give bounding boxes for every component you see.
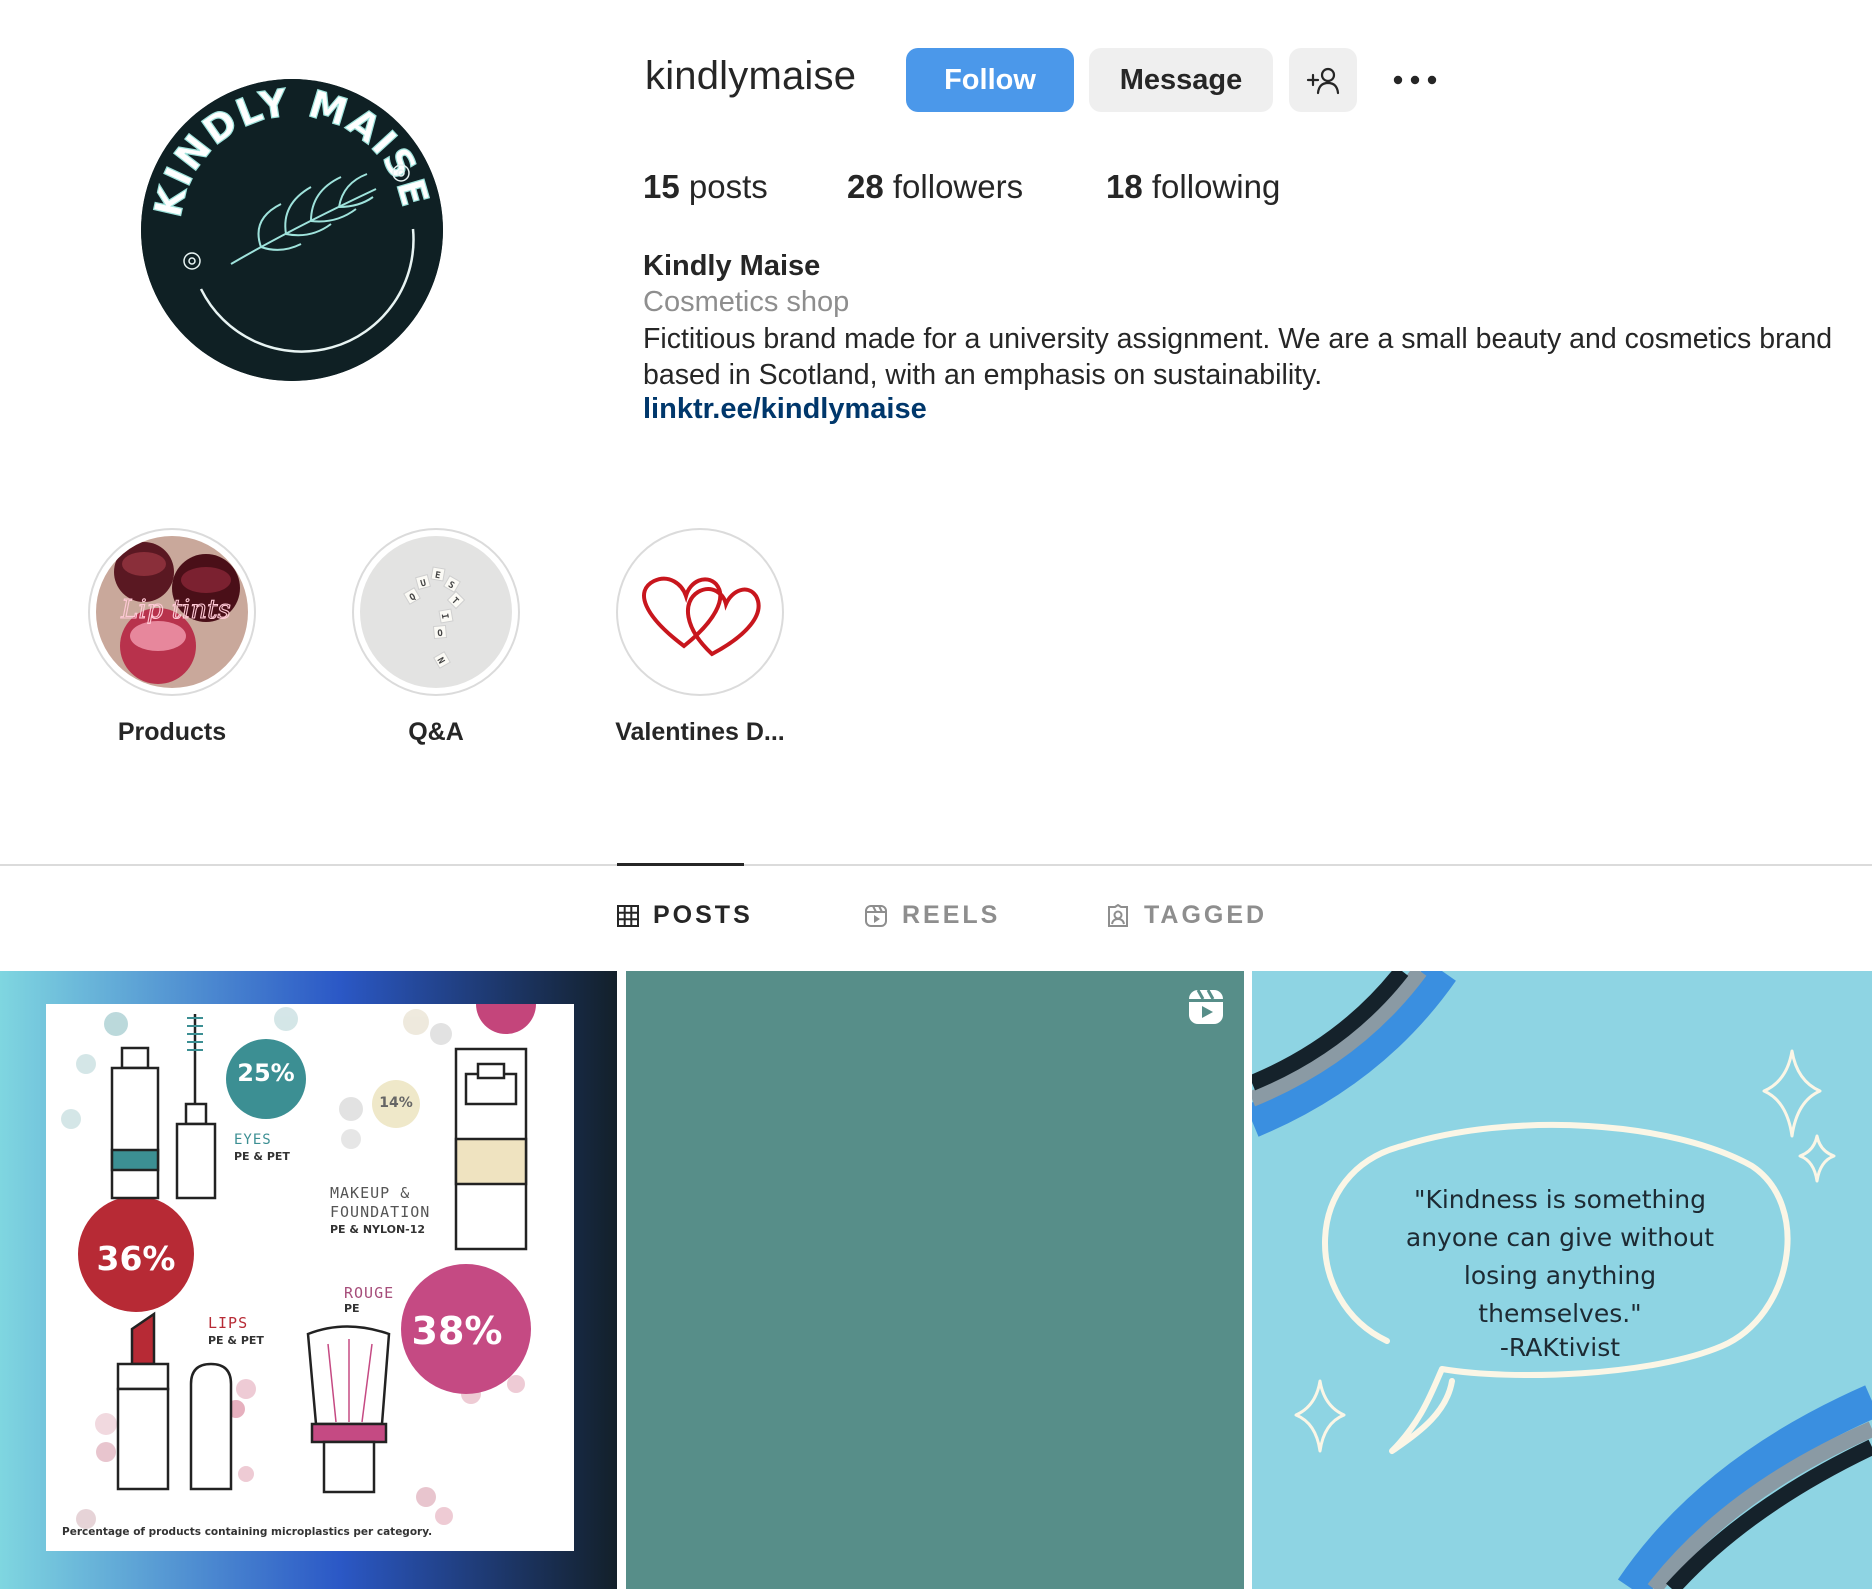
tab-label: POSTS bbox=[653, 901, 753, 929]
highlight-cover-ring[interactable] bbox=[616, 528, 784, 696]
tab-label: REELS bbox=[902, 901, 1001, 929]
add-person-icon bbox=[1306, 67, 1340, 95]
highlight-label: Valentines D... bbox=[615, 718, 785, 746]
tab-tagged[interactable]: TAGGED bbox=[1106, 901, 1267, 930]
active-tab-indicator bbox=[617, 863, 744, 866]
makeup-sub: PE & NYLON-12 bbox=[330, 1223, 426, 1236]
svg-text:Lip tints: Lip tints bbox=[120, 595, 231, 625]
quote-text: "Kindness is something anyone can give w… bbox=[1405, 1185, 1715, 1328]
eyes-percentage: 25% bbox=[237, 1059, 295, 1087]
reel-badge-icon bbox=[1189, 989, 1223, 1024]
lip-tint-jars-image: Lip tints bbox=[96, 536, 248, 688]
infographic-caption: Percentage of products containing microp… bbox=[62, 1526, 433, 1538]
rouge-label: ROUGE bbox=[344, 1284, 395, 1302]
post-microplastics-infographic[interactable]: 25% EYES PE & PET 14% MAKEUP & FOUNDATIO… bbox=[0, 971, 617, 1589]
makeup-label-line1: MAKEUP & bbox=[330, 1184, 411, 1202]
tab-posts[interactable]: POSTS bbox=[617, 901, 753, 930]
grid-icon bbox=[617, 904, 639, 927]
followers-stat[interactable]: 28 followers bbox=[847, 168, 1023, 206]
highlight-cover-image: Q U E S T I O N bbox=[360, 536, 512, 688]
follow-button[interactable]: Follow bbox=[906, 48, 1074, 112]
highlight-cover-ring[interactable]: Q U E S T I O N bbox=[352, 528, 520, 696]
highlight-cover-ring[interactable]: Lip tints bbox=[88, 528, 256, 696]
rouge-percentage: 38% bbox=[411, 1309, 503, 1353]
highlight-cover-image bbox=[624, 536, 776, 688]
posts-label: posts bbox=[688, 168, 768, 205]
highlight-cover-image: Lip tints bbox=[96, 536, 248, 688]
tab-reels[interactable]: REELS bbox=[864, 901, 1000, 930]
lips-label: LIPS bbox=[208, 1314, 249, 1332]
profile-username: kindlymaise bbox=[645, 54, 857, 98]
profile-bio: Fictitious brand made for a university a… bbox=[643, 323, 1833, 391]
profile-full-name: Kindly Maise bbox=[643, 250, 821, 282]
eyes-label: EYES bbox=[234, 1132, 272, 1148]
rouge-sub: PE bbox=[344, 1302, 360, 1315]
highlight-products[interactable]: Lip tints Products bbox=[87, 528, 257, 747]
question-tiles-image: Q U E S T I O N bbox=[360, 536, 512, 688]
highlight-label: Q&A bbox=[408, 718, 464, 746]
highlight-valentines[interactable]: Valentines D... bbox=[615, 528, 785, 747]
tabs-divider bbox=[0, 864, 1872, 866]
reels-icon bbox=[865, 904, 887, 927]
followers-count: 28 bbox=[847, 168, 884, 205]
makeup-percentage: 14% bbox=[379, 1095, 413, 1111]
more-horizontal-icon bbox=[1393, 75, 1437, 85]
lips-percentage: 36% bbox=[96, 1239, 176, 1278]
profile-category: Cosmetics shop bbox=[643, 286, 850, 318]
highlight-label: Products bbox=[117, 718, 227, 746]
highlight-qa[interactable]: Q U E S T I O N Q&A bbox=[351, 528, 521, 747]
post-reel[interactable] bbox=[626, 971, 1244, 1589]
kindly-maise-logo: KINDLY MAISE bbox=[141, 79, 443, 381]
profile-link[interactable]: linktr.ee/kindlymaise bbox=[643, 393, 927, 426]
suggest-user-button[interactable] bbox=[1289, 48, 1357, 112]
posts-count: 15 bbox=[643, 168, 680, 205]
following-stat[interactable]: 18 following bbox=[1106, 168, 1280, 206]
post-kindness-quote[interactable]: "Kindness is something anyone can give w… bbox=[1252, 971, 1872, 1589]
eyes-sub: PE & PET bbox=[234, 1150, 290, 1163]
tab-label: TAGGED bbox=[1144, 901, 1268, 929]
message-button[interactable]: Message bbox=[1089, 48, 1273, 112]
infographic-card: 25% EYES PE & PET 14% MAKEUP & FOUNDATIO… bbox=[46, 1004, 574, 1551]
lips-sub: PE & PET bbox=[208, 1334, 264, 1347]
posts-count-stat: 15 posts bbox=[643, 168, 768, 206]
following-count: 18 bbox=[1106, 168, 1143, 205]
two-hearts-image bbox=[624, 536, 776, 688]
quote-author: -RAKtivist bbox=[1499, 1333, 1621, 1362]
makeup-label-line2: FOUNDATION bbox=[330, 1203, 431, 1221]
following-label: following bbox=[1151, 168, 1281, 205]
tagged-icon bbox=[1108, 903, 1128, 927]
followers-label: followers bbox=[892, 168, 1024, 205]
profile-avatar[interactable]: KINDLY MAISE bbox=[141, 79, 443, 381]
more-options-button[interactable] bbox=[1385, 52, 1445, 108]
